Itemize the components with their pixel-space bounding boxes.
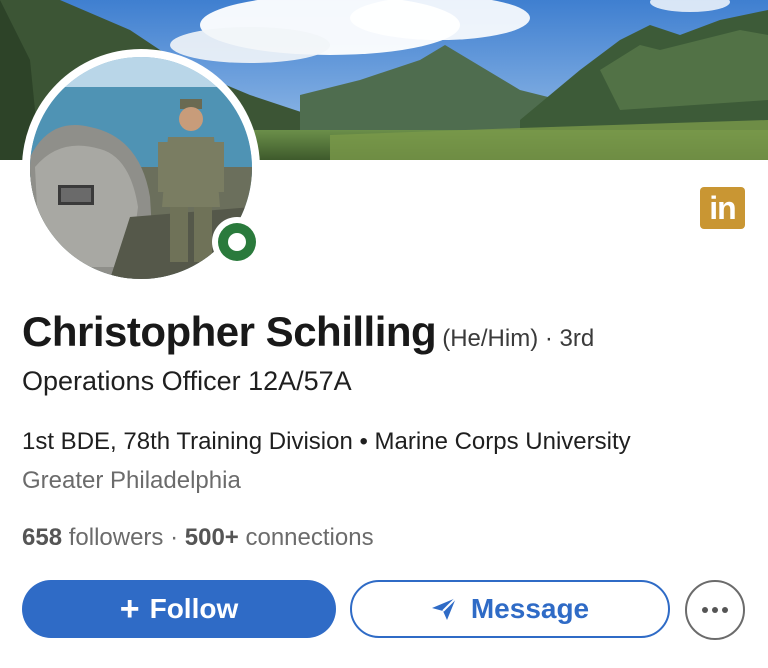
more-options-button[interactable] bbox=[685, 580, 745, 640]
name-line: Christopher Schilling (He/Him) · 3rd bbox=[22, 308, 594, 356]
profile-headline: Operations Officer 12A/57A bbox=[22, 366, 352, 396]
status-ring-icon bbox=[218, 223, 256, 261]
linkedin-premium-badge[interactable]: in bbox=[700, 187, 745, 229]
profile-affiliations[interactable]: 1st BDE, 78th Training Division • Marine… bbox=[22, 428, 631, 456]
plus-icon: + bbox=[119, 590, 140, 628]
message-button-label: Message bbox=[470, 593, 590, 624]
followers-count[interactable]: 658 bbox=[22, 524, 62, 551]
network-stats: 658 followers · 500+ connections bbox=[22, 524, 374, 552]
follow-button-label: Follow bbox=[149, 593, 239, 624]
followers-label: followers · bbox=[62, 524, 185, 551]
connections-count[interactable]: 500+ bbox=[185, 524, 239, 551]
profile-photo[interactable] bbox=[22, 49, 262, 287]
message-button[interactable]: Message bbox=[350, 580, 670, 638]
more-icon bbox=[702, 607, 728, 613]
send-icon bbox=[431, 597, 457, 620]
connection-degree: · 3rd bbox=[538, 325, 595, 352]
pronouns: (He/Him) bbox=[442, 325, 539, 352]
connections-label: connections bbox=[238, 524, 374, 551]
profile-location: Greater Philadelphia bbox=[22, 467, 241, 494]
profile-card: in Christopher Schilling (He/Him) · 3rd O… bbox=[0, 0, 768, 668]
profile-name: Christopher Schilling bbox=[22, 308, 437, 355]
follow-button[interactable]: + Follow bbox=[22, 580, 336, 638]
online-status-indicator bbox=[212, 217, 262, 267]
